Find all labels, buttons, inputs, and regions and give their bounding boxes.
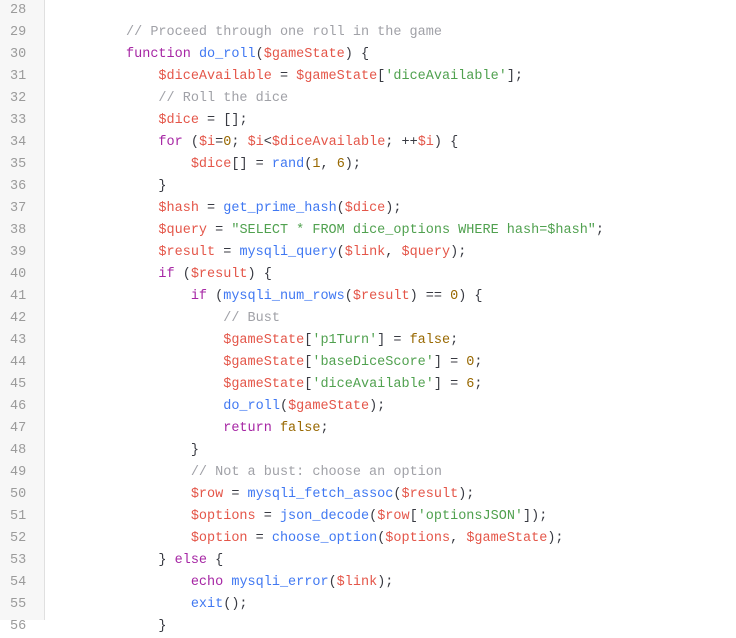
code-line: // Bust	[61, 308, 736, 330]
code-line: }	[61, 616, 736, 638]
code-content: $query = "SELECT * FROM dice_options WHE…	[158, 220, 604, 242]
code-content: }	[158, 176, 166, 198]
code-line: } else {	[61, 550, 736, 572]
code-line: // Not a bust: choose an option	[61, 462, 736, 484]
line-number: 30	[10, 44, 26, 66]
code-line: do_roll($gameState);	[61, 396, 736, 418]
code-content: if ($result) {	[158, 264, 271, 286]
code-content: $option = choose_option($options, $gameS…	[191, 528, 564, 550]
line-number: 48	[10, 440, 26, 462]
code-line: // Roll the dice	[61, 88, 736, 110]
code-line: $gameState['diceAvailable'] = 6;	[61, 374, 736, 396]
line-number: 56	[10, 616, 26, 638]
line-number: 55	[10, 594, 26, 616]
code-content: // Not a bust: choose an option	[191, 462, 442, 484]
line-number: 41	[10, 286, 26, 308]
code-line: // Proceed through one roll in the game	[61, 22, 736, 44]
line-number: 52	[10, 528, 26, 550]
code-line: $gameState['p1Turn'] = false;	[61, 330, 736, 352]
code-line: $hash = get_prime_hash($dice);	[61, 198, 736, 220]
line-number: 50	[10, 484, 26, 506]
line-number: 37	[10, 198, 26, 220]
code-content: $dice[] = rand(1, 6);	[191, 154, 361, 176]
code-line: echo mysqli_error($link);	[61, 572, 736, 594]
code-content: return false;	[223, 418, 328, 440]
code-content: $gameState['baseDiceScore'] = 0;	[223, 352, 482, 374]
line-number: 31	[10, 66, 26, 88]
line-number: 46	[10, 396, 26, 418]
line-number: 32	[10, 88, 26, 110]
line-number: 35	[10, 154, 26, 176]
code-area: // Proceed through one roll in the game …	[45, 0, 736, 620]
code-content: do_roll($gameState);	[223, 396, 385, 418]
code-line: function do_roll($gameState) {	[61, 44, 736, 66]
line-number: 40	[10, 264, 26, 286]
line-number: 43	[10, 330, 26, 352]
code-line: }	[61, 176, 736, 198]
line-number: 36	[10, 176, 26, 198]
line-number: 33	[10, 110, 26, 132]
line-number: 44	[10, 352, 26, 374]
code-content: if (mysqli_num_rows($result) == 0) {	[191, 286, 483, 308]
line-number: 29	[10, 22, 26, 44]
code-content: $gameState['diceAvailable'] = 6;	[223, 374, 482, 396]
code-content: function do_roll($gameState) {	[126, 44, 369, 66]
line-number: 34	[10, 132, 26, 154]
line-number: 53	[10, 550, 26, 572]
line-number: 54	[10, 572, 26, 594]
code-content: $row = mysqli_fetch_assoc($result);	[191, 484, 475, 506]
line-number: 38	[10, 220, 26, 242]
code-line	[61, 0, 736, 22]
code-content: for ($i=0; $i<$diceAvailable; ++$i) {	[158, 132, 458, 154]
code-content: $result = mysqli_query($link, $query);	[158, 242, 466, 264]
code-line: }	[61, 440, 736, 462]
code-content: $gameState['p1Turn'] = false;	[223, 330, 458, 352]
code-line: $query = "SELECT * FROM dice_options WHE…	[61, 220, 736, 242]
code-line: $diceAvailable = $gameState['diceAvailab…	[61, 66, 736, 88]
code-line: exit();	[61, 594, 736, 616]
code-content: // Proceed through one roll in the game	[126, 22, 442, 44]
code-content: } else {	[158, 550, 223, 572]
line-number-gutter: 2829303132333435363738394041424344454647…	[0, 0, 45, 620]
code-line: $dice[] = rand(1, 6);	[61, 154, 736, 176]
code-line: $options = json_decode($row['optionsJSON…	[61, 506, 736, 528]
code-content: exit();	[191, 594, 248, 616]
line-number: 49	[10, 462, 26, 484]
code-line: $option = choose_option($options, $gameS…	[61, 528, 736, 550]
code-content: $options = json_decode($row['optionsJSON…	[191, 506, 548, 528]
code-content: // Roll the dice	[158, 88, 288, 110]
code-line: $gameState['baseDiceScore'] = 0;	[61, 352, 736, 374]
code-line: if ($result) {	[61, 264, 736, 286]
line-number: 42	[10, 308, 26, 330]
code-line: $row = mysqli_fetch_assoc($result);	[61, 484, 736, 506]
code-content: // Bust	[223, 308, 280, 330]
code-content: }	[158, 616, 166, 638]
line-number: 51	[10, 506, 26, 528]
code-content: echo mysqli_error($link);	[191, 572, 394, 594]
line-number: 39	[10, 242, 26, 264]
code-line: $result = mysqli_query($link, $query);	[61, 242, 736, 264]
code-line: $dice = [];	[61, 110, 736, 132]
code-line: return false;	[61, 418, 736, 440]
code-line: if (mysqli_num_rows($result) == 0) {	[61, 286, 736, 308]
code-content: $hash = get_prime_hash($dice);	[158, 198, 401, 220]
line-number: 47	[10, 418, 26, 440]
code-content: $diceAvailable = $gameState['diceAvailab…	[158, 66, 523, 88]
code-content: }	[191, 440, 199, 462]
line-number: 28	[10, 0, 26, 22]
line-number: 45	[10, 374, 26, 396]
code-line: for ($i=0; $i<$diceAvailable; ++$i) {	[61, 132, 736, 154]
code-content: $dice = [];	[158, 110, 247, 132]
